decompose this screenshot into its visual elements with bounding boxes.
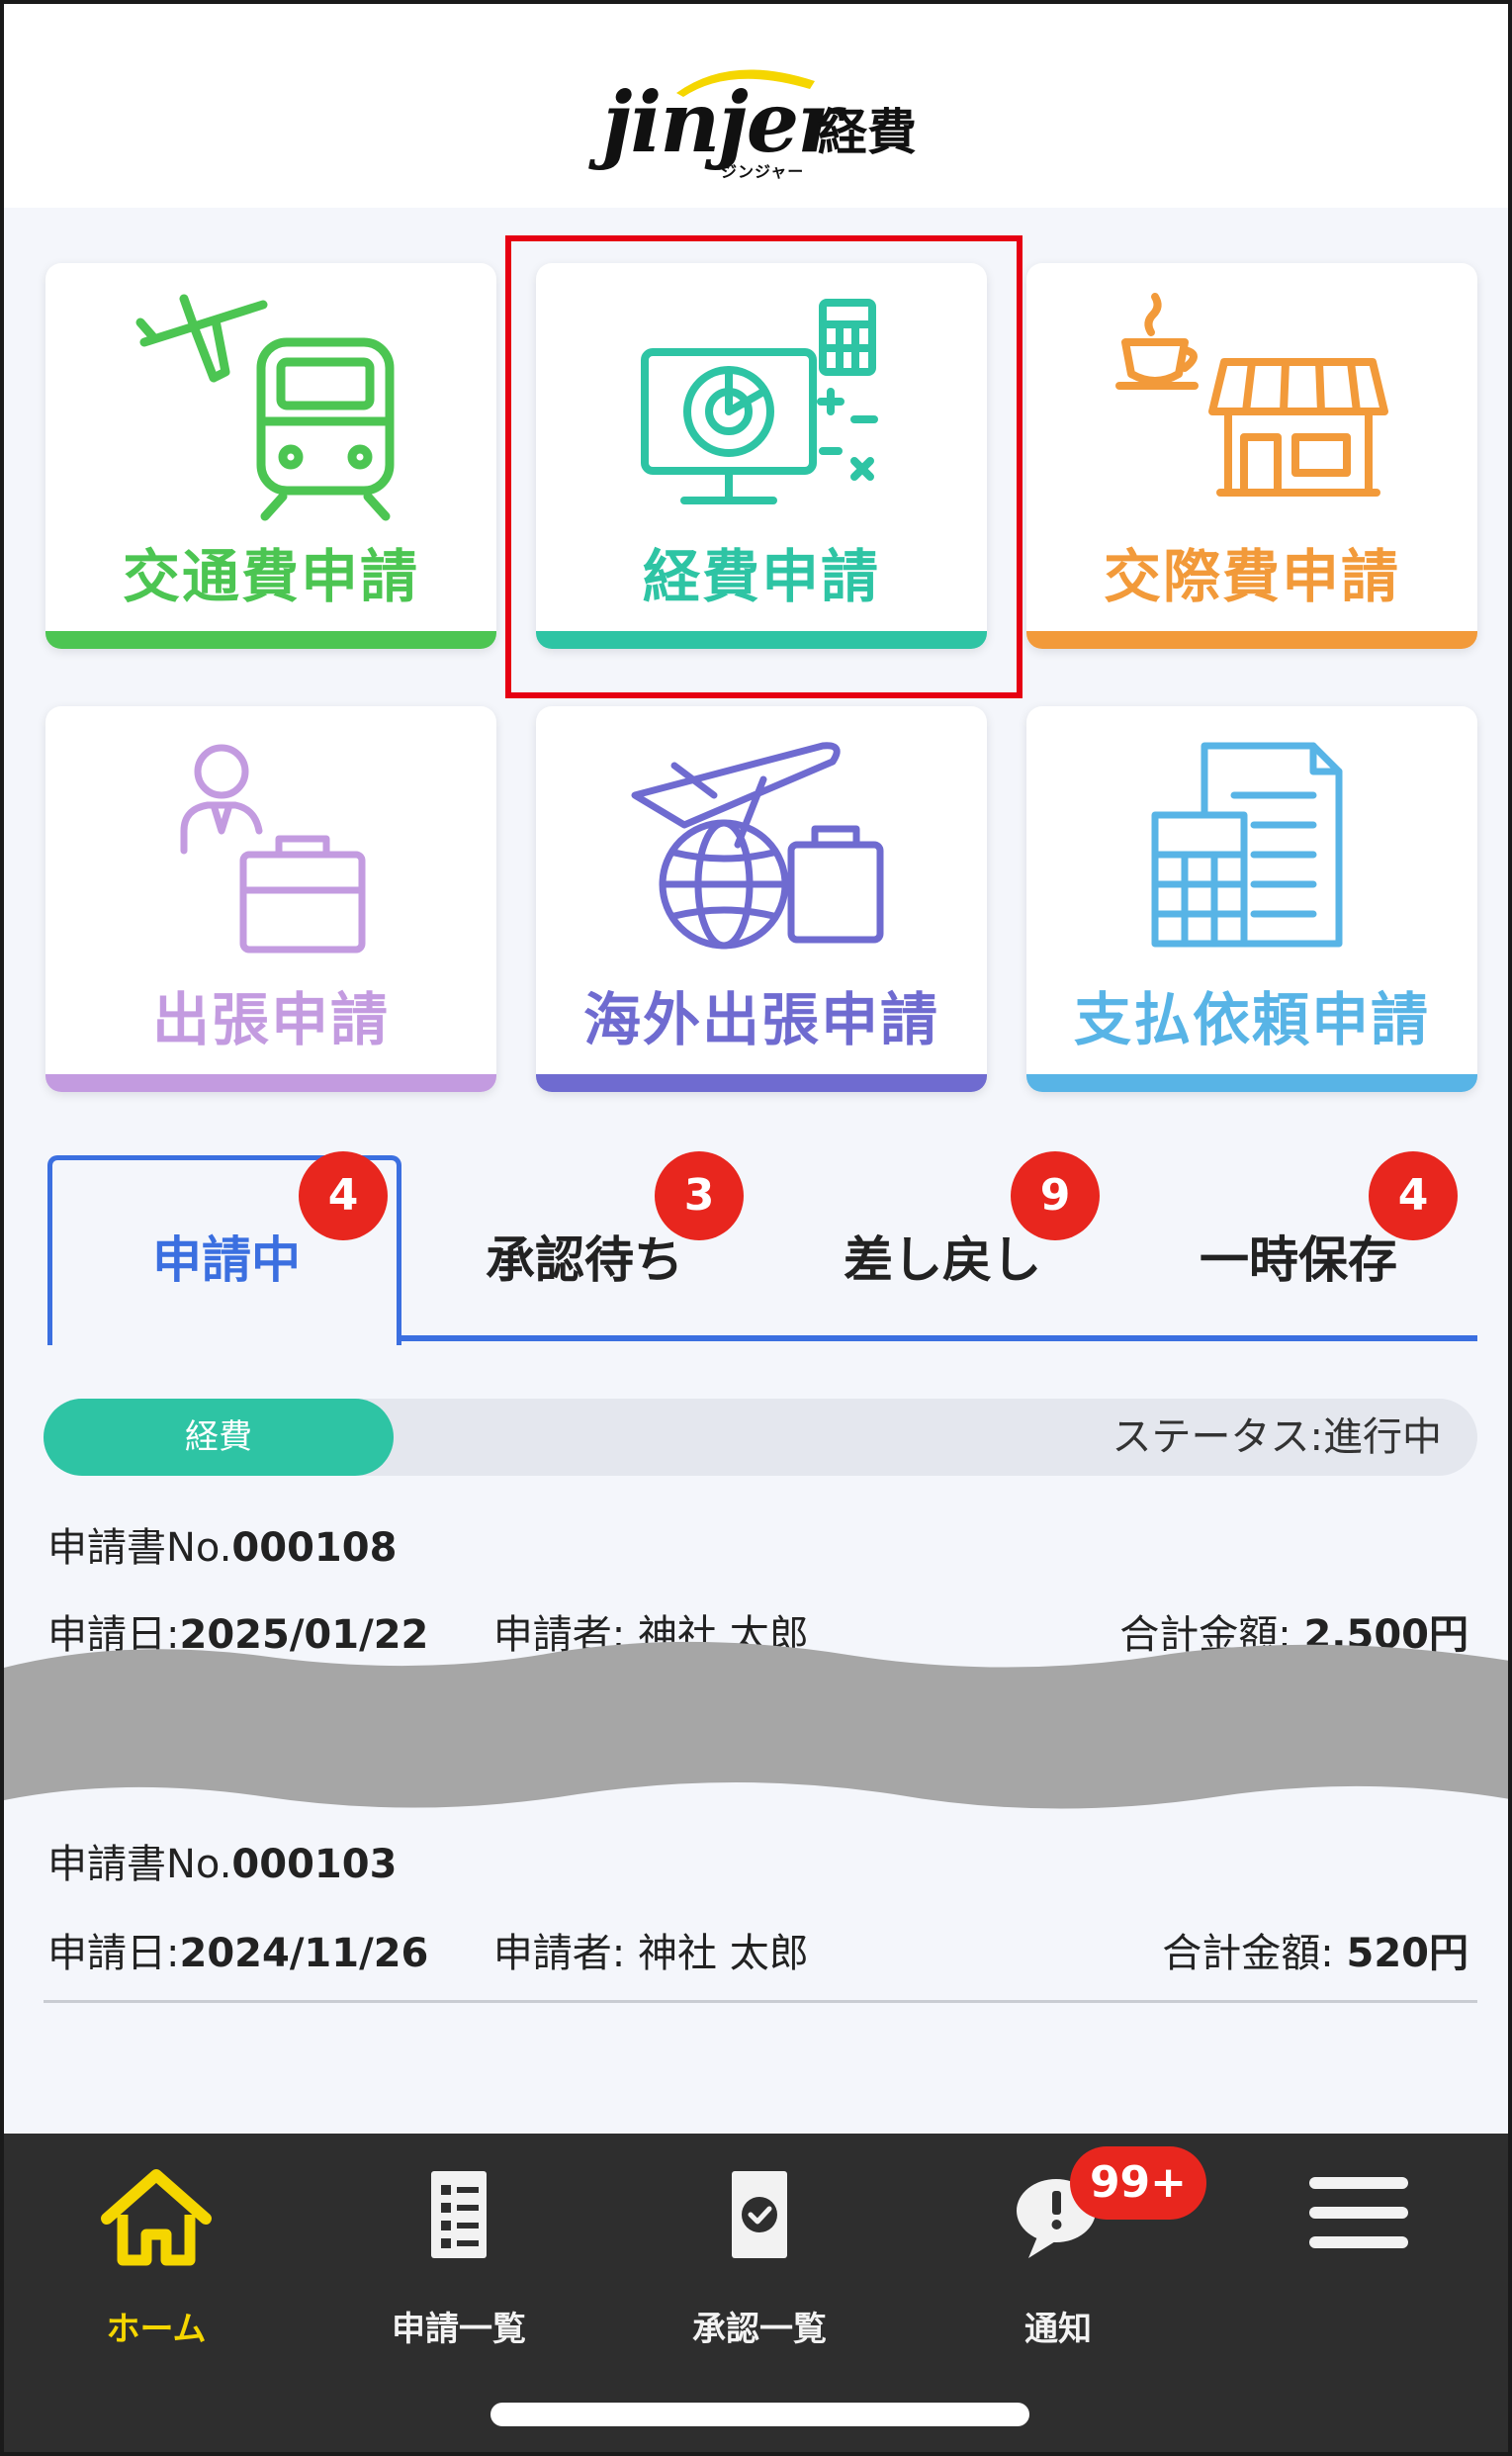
record-meta: 申請日:2024/11/26 申請者: 神社 太郎 [47, 1921, 809, 1978]
record-number-label: 申請書No. [47, 1525, 232, 1571]
document-calculator-icon [1151, 742, 1343, 948]
record-number-label: 申請書No. [47, 1842, 232, 1887]
record-date: 2024/11/26 [179, 1931, 429, 1976]
nav-label: 通知 [1024, 2310, 1092, 2349]
tile-business-trip[interactable]: 出張申請 [45, 706, 496, 1092]
coffee-shop-icon [1115, 293, 1388, 497]
status-tabs: 申請中 4 承認待ち 3 差し戻し 9 一時保存 4 [44, 1151, 1477, 1349]
highlight-frame [505, 235, 1023, 698]
list-document-icon [431, 2171, 487, 2258]
tile-label: 出張申請 [151, 986, 390, 1053]
record-total-label: 合計金額: [1162, 1931, 1334, 1976]
list-divider [44, 2000, 1477, 2003]
nav-label: 承認一覧 [692, 2310, 827, 2349]
tile-transport-expense[interactable]: 交通費申請 [45, 263, 496, 649]
person-briefcase-icon [180, 744, 366, 954]
record-number[interactable]: 申請書No.000103 [47, 1832, 397, 1889]
tab-underline [401, 1335, 1477, 1341]
tile-color-bar [45, 631, 496, 649]
record-status-text: ステータス:進行中 [1112, 1414, 1442, 1460]
tile-overseas-trip[interactable]: 海外出張申請 [536, 706, 987, 1092]
tile-color-bar [1026, 631, 1477, 649]
logo-wordmark: jinjer [602, 73, 841, 171]
tile-label: 交通費申請 [122, 543, 419, 610]
logo-kanji: 経費 [818, 104, 917, 161]
plane-train-icon [135, 294, 395, 521]
app-screen: jinjer 経費 ジンジャー 交通費申請 経費申請 交際費申請 出張申請 海外… [0, 0, 1512, 2456]
plane-globe-suitcase-icon [631, 742, 884, 950]
tab-count-badge: 9 [1011, 1151, 1100, 1240]
record-total: 合計金額: 520円 [1162, 1921, 1468, 1978]
hamburger-menu-icon [1309, 2177, 1408, 2248]
record-status-bar[interactable]: 経費 ステータス:進行中 [44, 1399, 1477, 1476]
record-applicant-label: 申請者: [492, 1931, 626, 1976]
nav-label: 申請一覧 [392, 2310, 526, 2349]
notification-count-badge: 99+ [1070, 2146, 1206, 2220]
tile-color-bar [1026, 1074, 1477, 1092]
record-total-value: 520円 [1346, 1931, 1469, 1976]
approval-document-icon [732, 2171, 787, 2258]
tab-count-badge: 3 [655, 1151, 744, 1240]
tab-count-badge: 4 [1369, 1151, 1458, 1240]
tile-label: 支払依頼申請 [1073, 986, 1430, 1053]
record-number-value: 000103 [231, 1842, 398, 1887]
tile-label: 交際費申請 [1103, 543, 1400, 610]
tile-color-bar [45, 1074, 496, 1092]
record-type-badge: 経費 [44, 1399, 394, 1476]
logo-subtitle: ジンジャー [721, 162, 805, 181]
record-date-label: 申請日: [47, 1931, 180, 1976]
nav-label: ホーム [106, 2310, 207, 2349]
jinjer-logo: jinjer 経費 ジンジャー [602, 63, 929, 182]
tile-payment-request[interactable]: 支払依頼申請 [1026, 706, 1477, 1092]
tile-entertainment-expense[interactable]: 交際費申請 [1026, 263, 1477, 649]
app-header: jinjer 経費 ジンジャー [4, 4, 1508, 208]
tile-color-bar [536, 1074, 987, 1092]
home-icon [101, 2169, 212, 2266]
record-applicant: 神社 太郎 [638, 1931, 809, 1976]
home-indicator[interactable] [490, 2403, 1029, 2426]
tile-label: 海外出張申請 [582, 986, 939, 1053]
record-number-value: 000108 [231, 1525, 398, 1571]
tab-count-badge: 4 [299, 1151, 388, 1240]
record-number[interactable]: 申請書No.000108 [47, 1515, 397, 1573]
omitted-content-tear [4, 1641, 1508, 1809]
